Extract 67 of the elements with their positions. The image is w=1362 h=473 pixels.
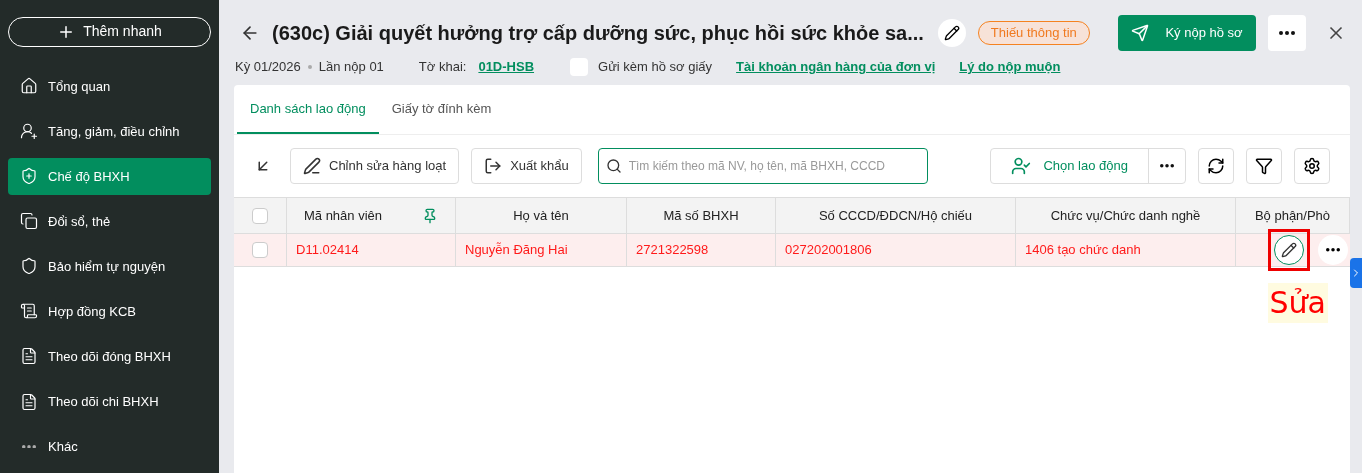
table-cell-text: Nguyễn Đăng Hai: [465, 241, 568, 260]
settings-button[interactable]: [1294, 148, 1330, 184]
page-title: (630c) Giải quyết hưởng trợ cấp dưỡng sức, phục hồi sức khỏe sa...: [272, 21, 924, 46]
more-icon: [1160, 164, 1174, 168]
shield-icon: [20, 257, 38, 276]
scroll-icon: [20, 302, 38, 321]
refresh-button[interactable]: [1198, 148, 1234, 184]
side-panel-toggle[interactable]: [1350, 258, 1362, 288]
more-button[interactable]: [1268, 15, 1306, 51]
column-header: Chức vụ/Chức danh nghề: [1050, 206, 1201, 225]
shield-icon: [20, 167, 38, 186]
table-cell-text: D11.02414: [296, 241, 359, 260]
pencil-icon: [1281, 242, 1297, 258]
refresh-icon: [1207, 157, 1225, 175]
user-check-icon: [1011, 156, 1032, 176]
settings-icon: [1303, 157, 1321, 175]
copy-icon: [20, 212, 38, 231]
edit-row-button[interactable]: [1274, 235, 1304, 265]
bulk-edit-button[interactable]: Chỉnh sửa hàng loạt: [290, 148, 460, 184]
user-icon: [20, 122, 38, 141]
submit-button[interactable]: Ký nộp hồ sơ: [1118, 15, 1256, 51]
column-header: Họ và tên: [513, 206, 569, 225]
sidebar-item[interactable]: Tăng, giảm, điều chỉnh: [8, 112, 211, 150]
document-icon: [20, 347, 38, 366]
more-icon: [1326, 248, 1340, 252]
filter-icon: [1255, 157, 1273, 175]
sidebar-item[interactable]: Theo dõi chi BHXH: [8, 383, 211, 420]
export-icon: [484, 157, 503, 175]
sidebar-item[interactable]: Hợp đồng KCB: [8, 292, 211, 330]
row-more-button[interactable]: [1318, 235, 1348, 265]
status-badge: Thiếu thông tin: [977, 21, 1090, 45]
tab[interactable]: Danh sách lao động: [237, 85, 379, 134]
row-checkbox[interactable]: [252, 242, 268, 258]
sidebar-item[interactable]: Khác: [8, 428, 211, 466]
home-icon: [20, 77, 38, 96]
send-icon: [1131, 24, 1150, 42]
pen-icon: [303, 157, 321, 175]
form-label: Tờ khai:: [418, 58, 467, 77]
annotation-label: Sửa: [1267, 283, 1328, 323]
table-cell-text: 1406 tạo chức danh: [1025, 241, 1141, 260]
export-button[interactable]: Xuất khẩu: [471, 148, 582, 184]
attempt-text: Lần nộp 01: [318, 58, 384, 77]
pencil-icon: [943, 25, 960, 41]
column-header: Bộ phận/Phò: [1254, 206, 1331, 225]
sidebar-item[interactable]: Đổi sổ, thẻ: [8, 202, 211, 240]
header-link[interactable]: Tài khoản ngân hàng của đơn vị: [736, 57, 936, 77]
select-all-checkbox[interactable]: [252, 207, 268, 224]
more-icon: [22, 444, 36, 449]
column-header: Mã nhân viên: [303, 206, 383, 225]
edit-title-button[interactable]: [937, 19, 966, 47]
choose-employees-button[interactable]: Chọn lao động: [991, 149, 1149, 183]
sidebar-item[interactable]: Bảo hiểm tự nguyện: [8, 247, 211, 285]
table-cell-text: 027202001806: [785, 241, 872, 260]
document-icon: [20, 392, 38, 411]
column-header: Số CCCD/ĐDCN/Hộ chiếu: [818, 206, 973, 225]
sidebar-item[interactable]: Theo dõi đóng BHXH: [8, 337, 211, 375]
filter-button[interactable]: [1246, 148, 1282, 184]
search-field[interactable]: Tìm kiếm theo mã NV, họ tên, mã BHXH, CCCD: [597, 148, 928, 184]
sidebar-item[interactable]: Tổng quan: [8, 67, 211, 105]
period-text: Kỳ 01/2026: [235, 58, 301, 77]
search-icon: [605, 158, 622, 174]
paper-label: Gửi kèm hồ sơ giấy: [598, 58, 713, 77]
tab[interactable]: Giấy tờ đính kèm: [378, 85, 505, 134]
column-header: Mã số BHXH: [663, 206, 739, 225]
more-icon: [1279, 31, 1295, 35]
sidebar-item[interactable]: Chế độ BHXH: [8, 157, 211, 195]
table-cell-text: 2721322598: [636, 241, 709, 260]
